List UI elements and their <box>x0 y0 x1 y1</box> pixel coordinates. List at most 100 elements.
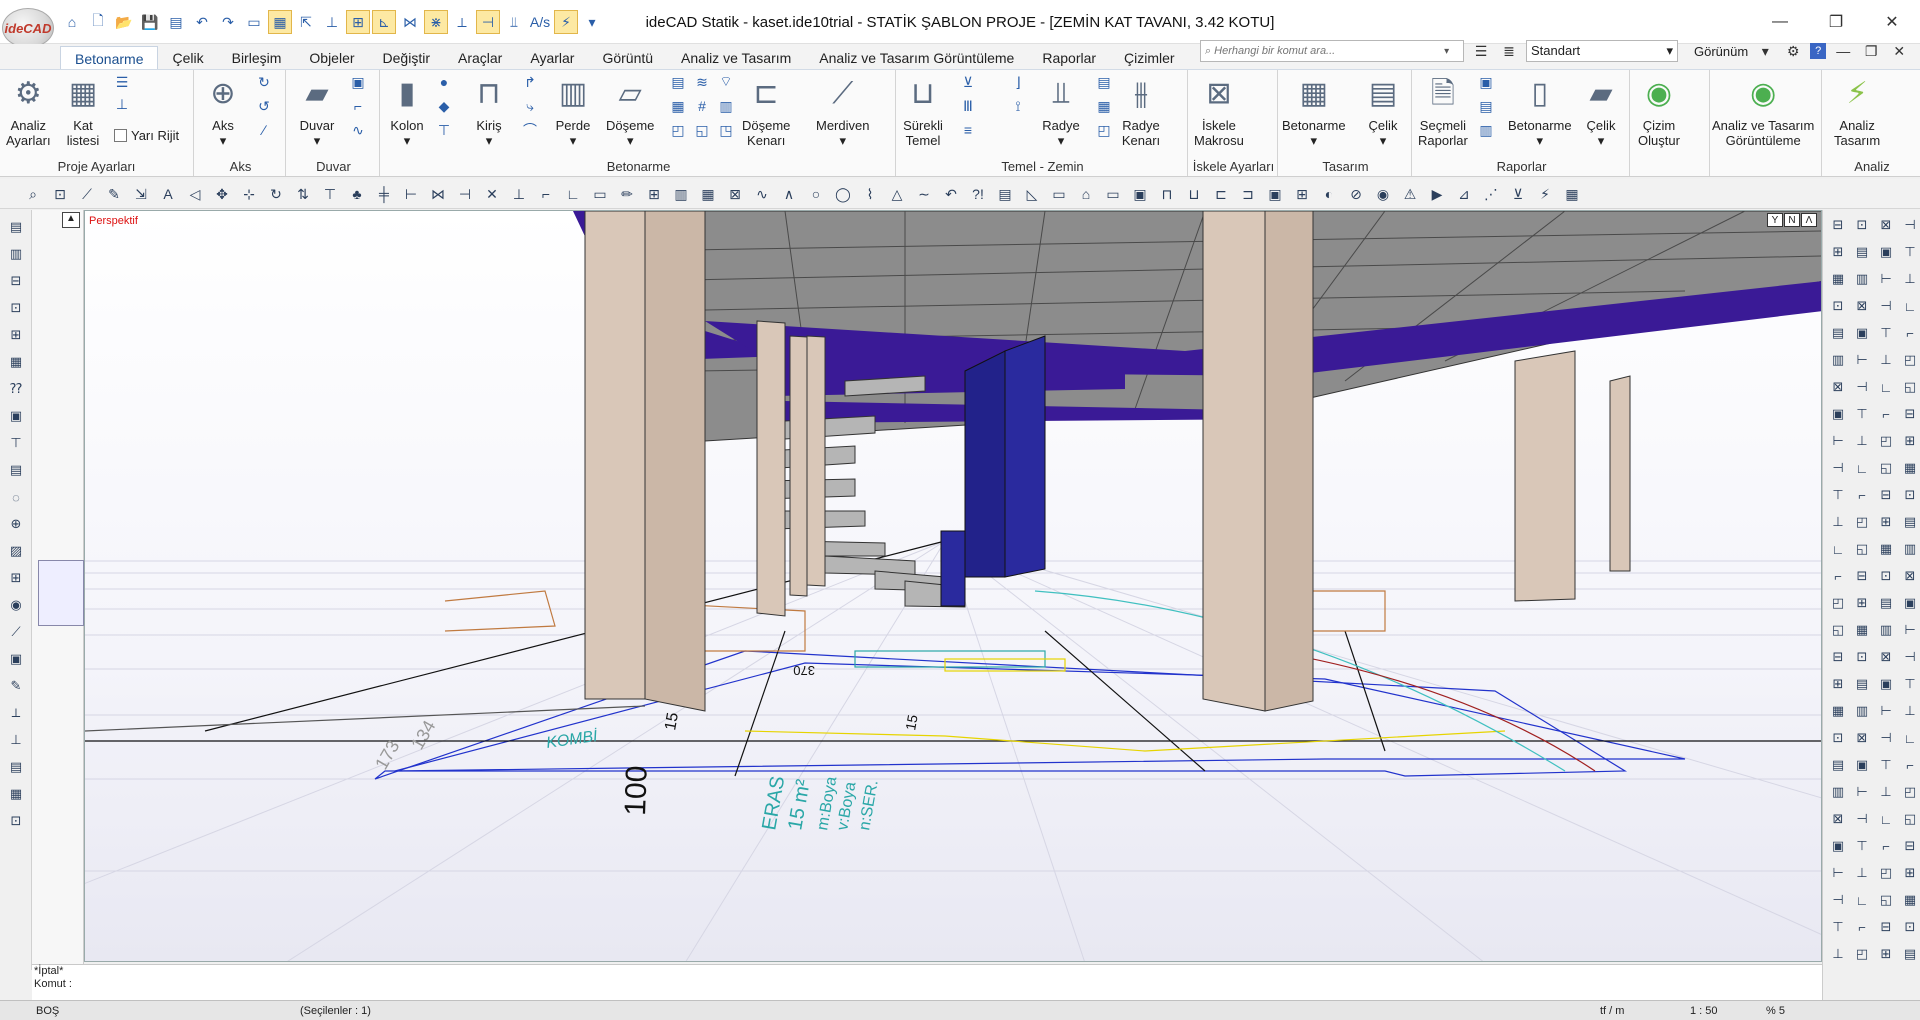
right-tool-icon[interactable]: ▣ <box>1827 403 1849 425</box>
right-tool-icon[interactable]: ◱ <box>1875 457 1897 479</box>
right-tool-icon[interactable]: ⊣ <box>1827 889 1849 911</box>
drawing-tool-icon[interactable]: ✎ <box>103 183 125 205</box>
drawing-tool-icon[interactable]: ⟋ <box>76 183 98 205</box>
kat-listesi-button[interactable]: ▦ Kat listesi <box>62 72 104 148</box>
doseme-button[interactable]: ▱ Döşeme ▾ <box>606 72 654 148</box>
right-tool-icon[interactable]: ▥ <box>1899 538 1920 560</box>
quick-access-icon[interactable]: ▭ <box>242 10 266 34</box>
drawing-tool-icon[interactable]: ⊹ <box>238 183 260 205</box>
right-tool-icon[interactable]: ▣ <box>1827 835 1849 857</box>
doseme-kenari-button[interactable]: ⊏ Döşeme Kenarı <box>742 72 790 148</box>
drawing-tool-icon[interactable]: ⊏ <box>1210 183 1232 205</box>
analiz-ayarlari-button[interactable]: ⚙ Analiz Ayarları <box>6 72 51 148</box>
right-tool-icon[interactable]: ⊤ <box>1851 403 1873 425</box>
side-tool-icon[interactable]: ▦ <box>5 351 27 373</box>
right-tool-icon[interactable]: ⊡ <box>1827 727 1849 749</box>
tab-objeler[interactable]: Objeler <box>295 46 368 69</box>
side-tool-icon[interactable]: ▣ <box>5 648 27 670</box>
quick-access-icon[interactable]: ↷ <box>216 10 240 34</box>
drawing-tool-icon[interactable]: ◉ <box>1372 183 1394 205</box>
yari-rijit-checkbox[interactable]: Yarı Rijit <box>114 128 179 143</box>
drawing-tool-icon[interactable]: ▭ <box>1048 183 1070 205</box>
quick-access-icon[interactable]: ⚡ <box>554 10 578 34</box>
right-tool-icon[interactable]: ⌐ <box>1899 754 1920 776</box>
drawing-tool-icon[interactable]: ◯ <box>832 183 854 205</box>
slab-hole-icon[interactable]: ⌔ <box>716 72 736 92</box>
radye-button[interactable]: ⫫ Radye ▾ <box>1040 72 1082 148</box>
drawing-tool-icon[interactable]: ◐ <box>1318 183 1340 205</box>
right-tool-icon[interactable]: ⊣ <box>1875 295 1897 317</box>
drawing-tool-icon[interactable]: ▣ <box>1129 183 1151 205</box>
right-tool-icon[interactable]: ∟ <box>1827 538 1849 560</box>
drawing-tool-icon[interactable]: ♣ <box>346 183 368 205</box>
door-icon[interactable]: ⌐ <box>348 96 368 116</box>
tab-ayarlar[interactable]: Ayarlar <box>516 46 588 69</box>
raft-layout-icon[interactable]: ◰ <box>1094 120 1114 140</box>
footing-icon[interactable]: ⊤ <box>434 120 454 140</box>
right-tool-icon[interactable]: ⊡ <box>1851 646 1873 668</box>
quick-access-icon[interactable]: ⇱ <box>294 10 318 34</box>
beam-curve-icon[interactable]: ⌒ <box>520 120 540 140</box>
quick-access-icon[interactable]: ⋇ <box>424 10 448 34</box>
right-tool-icon[interactable]: ⊡ <box>1899 484 1920 506</box>
chevron-down-icon[interactable]: ▾ <box>1754 40 1776 62</box>
right-tool-icon[interactable]: ⊤ <box>1851 835 1873 857</box>
secmeli-raporlar-button[interactable]: 🗎 Seçmeli Raporlar <box>1418 72 1468 148</box>
right-tool-icon[interactable]: ⊣ <box>1899 646 1920 668</box>
right-tool-icon[interactable]: ⊥ <box>1851 862 1873 884</box>
right-tool-icon[interactable]: ⊟ <box>1827 646 1849 668</box>
view-control-y[interactable]: Y <box>1767 213 1783 227</box>
right-tool-icon[interactable]: ◰ <box>1851 511 1873 533</box>
3d-viewport[interactable]: KOMBİ 100 370 15 15 ERAS 15 m² m:Boya v:… <box>84 210 1822 962</box>
tab-çizimler[interactable]: Çizimler <box>1110 46 1189 69</box>
drawing-tool-icon[interactable]: ✏ <box>616 183 638 205</box>
drawing-tool-icon[interactable]: A <box>157 183 179 205</box>
ribbon-restore-button[interactable]: ❐ <box>1860 40 1882 62</box>
status-unit[interactable]: tf / m <box>1600 1005 1624 1017</box>
help-icon[interactable]: ? <box>1810 43 1827 59</box>
right-tool-icon[interactable]: ◰ <box>1899 349 1920 371</box>
tab-çelik[interactable]: Çelik <box>158 46 217 69</box>
quick-access-icon[interactable]: ⋈ <box>398 10 422 34</box>
right-tool-icon[interactable]: ⊡ <box>1851 214 1873 236</box>
right-tool-icon[interactable]: ⊢ <box>1875 268 1897 290</box>
drawing-tool-icon[interactable]: ∧ <box>778 183 800 205</box>
view-control-up[interactable]: Λ <box>1801 213 1817 227</box>
cizim-olustur-button[interactable]: ◉ Çizim Oluştur <box>1638 72 1680 148</box>
right-tool-icon[interactable]: ⊤ <box>1875 322 1897 344</box>
right-tool-icon[interactable]: ⊥ <box>1899 268 1920 290</box>
side-tool-icon[interactable]: ▤ <box>5 216 27 238</box>
opening-icon[interactable]: ∿ <box>348 120 368 140</box>
side-tool-icon[interactable]: ▦ <box>5 783 27 805</box>
quick-access-icon[interactable]: ▤ <box>164 10 188 34</box>
drawing-tool-icon[interactable]: ↶ <box>940 183 962 205</box>
right-tool-icon[interactable]: ∟ <box>1899 727 1920 749</box>
right-tool-icon[interactable]: ⊟ <box>1899 835 1920 857</box>
right-tool-icon[interactable]: ⊢ <box>1827 862 1849 884</box>
right-tool-icon[interactable]: ⊥ <box>1899 700 1920 722</box>
print-icon[interactable]: ▤ <box>1476 96 1496 116</box>
right-tool-icon[interactable]: ⌐ <box>1899 322 1920 344</box>
right-tool-icon[interactable]: ▦ <box>1899 889 1920 911</box>
right-tool-icon[interactable]: ⊤ <box>1827 916 1849 938</box>
right-tool-icon[interactable]: ⌐ <box>1827 565 1849 587</box>
analiz-tasarim-button[interactable]: ⚡ Analiz Tasarım <box>1834 72 1880 148</box>
app-logo[interactable]: ideCAD <box>2 8 54 48</box>
right-tool-icon[interactable]: ▤ <box>1851 241 1873 263</box>
right-tool-icon[interactable]: ▣ <box>1851 322 1873 344</box>
view-menu[interactable]: Görünüm <box>1694 44 1748 59</box>
side-tool-icon[interactable]: ✎ <box>5 675 27 697</box>
settings-icon[interactable]: ⚙ <box>1782 40 1804 62</box>
drawing-tool-icon[interactable]: △ <box>886 183 908 205</box>
collapse-icon[interactable]: ▲ <box>62 212 80 228</box>
right-tool-icon[interactable]: ▥ <box>1827 781 1849 803</box>
kiris-button[interactable]: ⊓ Kiriş ▾ <box>468 72 510 148</box>
tab-araçlar[interactable]: Araçlar <box>444 46 516 69</box>
right-tool-icon[interactable]: ⊤ <box>1875 754 1897 776</box>
slab-layout-icon[interactable]: ◳ <box>716 120 736 140</box>
drawing-tool-icon[interactable]: ⊔ <box>1183 183 1205 205</box>
side-tool-icon[interactable]: ▥ <box>5 243 27 265</box>
right-tool-icon[interactable]: ⊢ <box>1851 781 1873 803</box>
right-tool-icon[interactable]: ⊟ <box>1875 916 1897 938</box>
view-control-n[interactable]: N <box>1784 213 1800 227</box>
